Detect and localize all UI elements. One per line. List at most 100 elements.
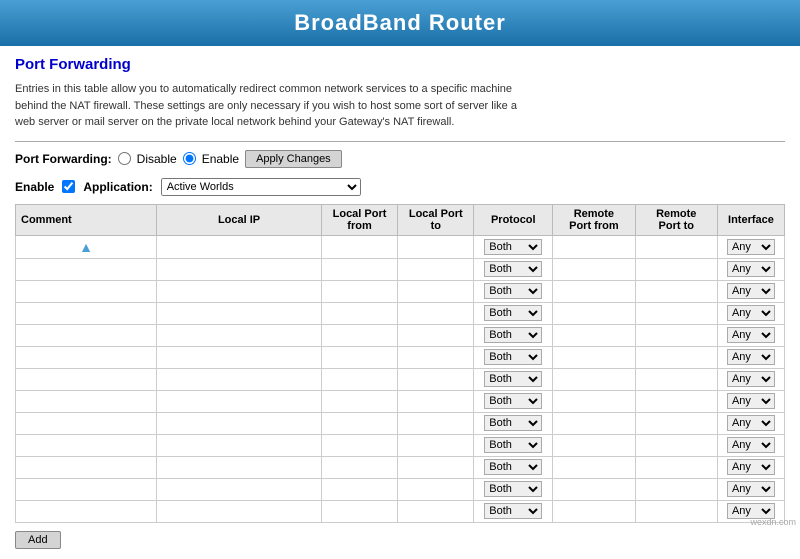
comment-input-6[interactable] <box>20 373 152 385</box>
local-ip-input-2[interactable] <box>161 285 317 297</box>
protocol-select-9[interactable]: BothTCPUDP <box>484 437 542 453</box>
remote-port-to-input-2[interactable] <box>640 285 713 297</box>
interface-select-10[interactable]: AnyWANLAN <box>727 459 775 475</box>
local-ip-input-11[interactable] <box>161 483 317 495</box>
comment-input-4[interactable] <box>20 329 152 341</box>
protocol-select-4[interactable]: BothTCPUDP <box>484 327 542 343</box>
local-ip-input-10[interactable] <box>161 461 317 473</box>
comment-input-11[interactable] <box>20 483 152 495</box>
local-port-to-input-12[interactable] <box>402 505 469 517</box>
disable-label[interactable]: Disable <box>137 152 177 166</box>
remote-port-to-input-10[interactable] <box>640 461 713 473</box>
interface-select-1[interactable]: AnyWANLAN <box>727 261 775 277</box>
comment-input-8[interactable] <box>20 417 152 429</box>
local-ip-input-1[interactable] <box>161 263 317 275</box>
remote-port-from-input-2[interactable] <box>557 285 630 297</box>
enable-label[interactable]: Enable <box>202 152 239 166</box>
remote-port-to-input-7[interactable] <box>640 395 713 407</box>
interface-select-8[interactable]: AnyWANLAN <box>727 415 775 431</box>
interface-select-3[interactable]: AnyWANLAN <box>727 305 775 321</box>
local-port-from-input-8[interactable] <box>326 417 393 429</box>
protocol-select-1[interactable]: BothTCPUDP <box>484 261 542 277</box>
remote-port-from-input-10[interactable] <box>557 461 630 473</box>
protocol-select-0[interactable]: BothTCPUDP <box>484 239 542 255</box>
local-port-from-input-6[interactable] <box>326 373 393 385</box>
protocol-select-10[interactable]: BothTCPUDP <box>484 459 542 475</box>
local-port-to-input-3[interactable] <box>402 307 469 319</box>
local-port-from-input-2[interactable] <box>326 285 393 297</box>
local-ip-input-0[interactable] <box>161 241 317 253</box>
local-port-to-input-0[interactable] <box>402 241 469 253</box>
enable-checkbox[interactable] <box>62 180 75 193</box>
protocol-select-11[interactable]: BothTCPUDP <box>484 481 542 497</box>
interface-select-9[interactable]: AnyWANLAN <box>727 437 775 453</box>
protocol-select-5[interactable]: BothTCPUDP <box>484 349 542 365</box>
remote-port-to-input-6[interactable] <box>640 373 713 385</box>
comment-input-9[interactable] <box>20 439 152 451</box>
local-ip-input-3[interactable] <box>161 307 317 319</box>
interface-select-7[interactable]: AnyWANLAN <box>727 393 775 409</box>
disable-radio[interactable] <box>118 152 131 165</box>
local-port-to-input-2[interactable] <box>402 285 469 297</box>
comment-input-1[interactable] <box>20 263 152 275</box>
remote-port-to-input-1[interactable] <box>640 263 713 275</box>
remote-port-from-input-7[interactable] <box>557 395 630 407</box>
remote-port-from-input-1[interactable] <box>557 263 630 275</box>
remote-port-to-input-4[interactable] <box>640 329 713 341</box>
protocol-select-2[interactable]: BothTCPUDP <box>484 283 542 299</box>
protocol-select-6[interactable]: BothTCPUDP <box>484 371 542 387</box>
protocol-select-3[interactable]: BothTCPUDP <box>484 305 542 321</box>
local-port-from-input-12[interactable] <box>326 505 393 517</box>
interface-select-6[interactable]: AnyWANLAN <box>727 371 775 387</box>
local-port-from-input-1[interactable] <box>326 263 393 275</box>
local-ip-input-9[interactable] <box>161 439 317 451</box>
interface-select-5[interactable]: AnyWANLAN <box>727 349 775 365</box>
protocol-select-12[interactable]: BothTCPUDP <box>484 503 542 519</box>
remote-port-to-input-9[interactable] <box>640 439 713 451</box>
remote-port-to-input-3[interactable] <box>640 307 713 319</box>
local-port-to-input-6[interactable] <box>402 373 469 385</box>
local-port-from-input-10[interactable] <box>326 461 393 473</box>
remote-port-from-input-8[interactable] <box>557 417 630 429</box>
remote-port-from-input-5[interactable] <box>557 351 630 363</box>
local-port-to-input-8[interactable] <box>402 417 469 429</box>
local-port-to-input-9[interactable] <box>402 439 469 451</box>
local-port-from-input-3[interactable] <box>326 307 393 319</box>
local-port-from-input-11[interactable] <box>326 483 393 495</box>
local-port-from-input-5[interactable] <box>326 351 393 363</box>
remote-port-from-input-9[interactable] <box>557 439 630 451</box>
remote-port-from-input-0[interactable] <box>557 241 630 253</box>
local-port-from-input-7[interactable] <box>326 395 393 407</box>
local-port-from-input-9[interactable] <box>326 439 393 451</box>
local-ip-input-5[interactable] <box>161 351 317 363</box>
local-port-to-input-4[interactable] <box>402 329 469 341</box>
interface-select-11[interactable]: AnyWANLAN <box>727 481 775 497</box>
enable-radio[interactable] <box>183 152 196 165</box>
local-port-to-input-10[interactable] <box>402 461 469 473</box>
local-ip-input-8[interactable] <box>161 417 317 429</box>
remote-port-from-input-3[interactable] <box>557 307 630 319</box>
comment-input-12[interactable] <box>20 505 152 517</box>
local-port-from-input-0[interactable] <box>326 241 393 253</box>
local-ip-input-7[interactable] <box>161 395 317 407</box>
application-select[interactable]: Active Worlds AIM Talk AOL Messenger BGP <box>161 178 361 196</box>
apply-changes-button[interactable]: Apply Changes <box>245 150 342 168</box>
interface-select-4[interactable]: AnyWANLAN <box>727 327 775 343</box>
add-button[interactable]: Add <box>15 531 61 549</box>
remote-port-from-input-6[interactable] <box>557 373 630 385</box>
protocol-select-7[interactable]: BothTCPUDP <box>484 393 542 409</box>
local-ip-input-4[interactable] <box>161 329 317 341</box>
remote-port-to-input-8[interactable] <box>640 417 713 429</box>
remote-port-to-input-0[interactable] <box>640 241 713 253</box>
protocol-select-8[interactable]: BothTCPUDP <box>484 415 542 431</box>
remote-port-from-input-4[interactable] <box>557 329 630 341</box>
local-ip-input-6[interactable] <box>161 373 317 385</box>
local-port-to-input-7[interactable] <box>402 395 469 407</box>
comment-input-3[interactable] <box>20 307 152 319</box>
remote-port-from-input-12[interactable] <box>557 505 630 517</box>
local-ip-input-12[interactable] <box>161 505 317 517</box>
local-port-to-input-1[interactable] <box>402 263 469 275</box>
local-port-to-input-5[interactable] <box>402 351 469 363</box>
comment-input-7[interactable] <box>20 395 152 407</box>
remote-port-from-input-11[interactable] <box>557 483 630 495</box>
